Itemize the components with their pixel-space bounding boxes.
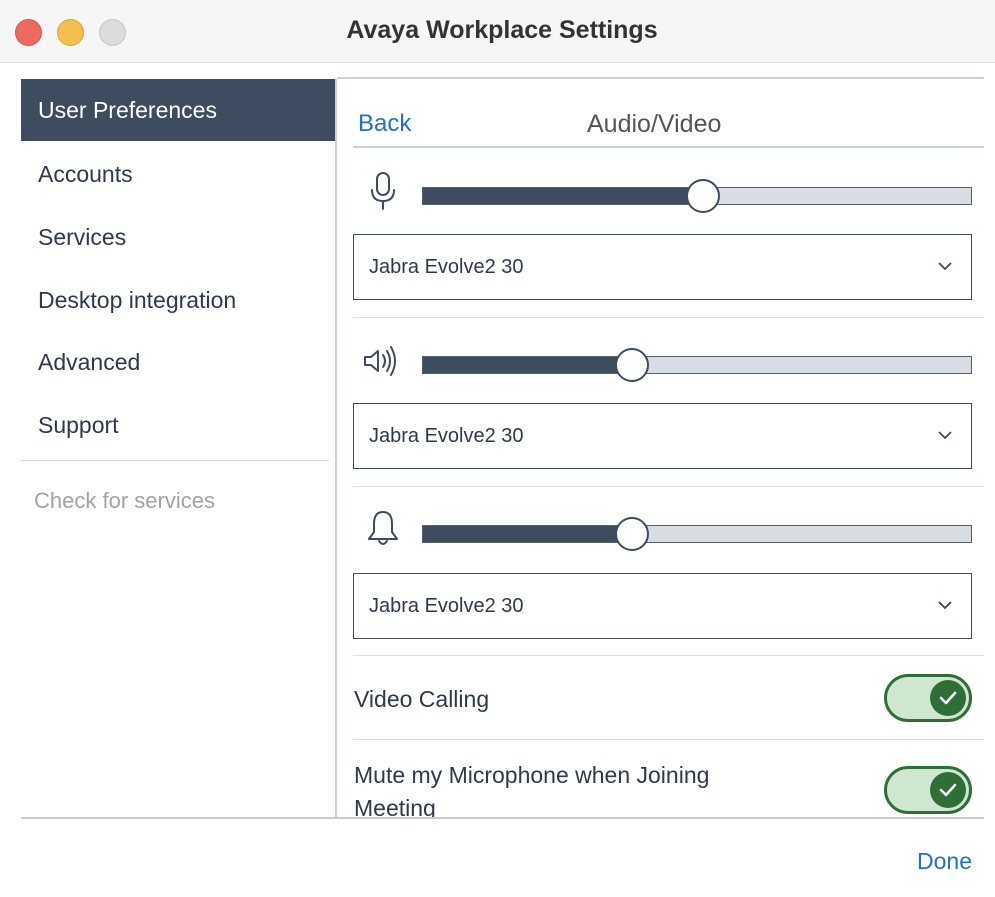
sidebar-item-services[interactable]: Services [21, 206, 335, 268]
header-divider [353, 146, 984, 148]
ringer-device-value: Jabra Evolve2 30 [369, 595, 524, 617]
microphone-volume-fill [423, 188, 703, 204]
window-title: Avaya Workplace Settings [346, 16, 658, 44]
toggle-knob [930, 680, 966, 716]
chevron-down-icon [938, 431, 952, 440]
footer-divider [21, 817, 984, 819]
speaker-volume-thumb[interactable] [615, 348, 650, 382]
toggle-knob [930, 772, 966, 808]
microphone-volume-thumb[interactable] [686, 179, 721, 213]
check-for-services-link[interactable]: Check for services [34, 488, 215, 514]
sidebar-item-user-preferences[interactable]: User Preferences [21, 79, 335, 141]
settings-window: Avaya Workplace Settings User Preference… [0, 0, 995, 897]
ringer-device-select[interactable]: Jabra Evolve2 30 [353, 573, 972, 639]
microphone-device-select[interactable]: Jabra Evolve2 30 [353, 234, 972, 300]
sidebar: User Preferences Accounts Services Deskt… [21, 79, 337, 817]
microphone-volume-slider[interactable] [422, 179, 972, 213]
mute-row-clip: Mute my Microphone when Joining Meeting [337, 740, 984, 817]
ringer-volume-slider[interactable] [422, 517, 972, 551]
section-divider [353, 486, 984, 487]
section-divider [353, 317, 984, 318]
done-button[interactable]: Done [917, 848, 972, 875]
section-divider [353, 655, 984, 656]
content-top-divider [337, 77, 984, 79]
back-button[interactable]: Back [358, 110, 411, 138]
bell-icon [366, 508, 400, 548]
mute-on-join-label: Mute my Microphone when Joining Meeting [354, 762, 710, 817]
sidebar-item-advanced[interactable]: Advanced [21, 331, 335, 393]
page-title: Audio/Video [587, 110, 722, 138]
sidebar-item-accounts[interactable]: Accounts [21, 143, 335, 205]
checkmark-icon [939, 783, 957, 797]
mute-on-join-toggle[interactable] [884, 766, 972, 814]
title-bar: Avaya Workplace Settings [0, 0, 995, 63]
video-calling-label: Video Calling [354, 686, 490, 712]
checkmark-icon [939, 691, 957, 705]
speaker-device-value: Jabra Evolve2 30 [369, 425, 524, 447]
chevron-down-icon [938, 262, 952, 271]
microphone-icon [366, 171, 400, 211]
chevron-down-icon [938, 601, 952, 610]
speaker-volume-fill [423, 357, 632, 373]
video-calling-toggle[interactable] [884, 674, 972, 722]
sidebar-item-desktop-integration[interactable]: Desktop integration [21, 269, 335, 331]
speaker-icon [362, 341, 396, 381]
microphone-device-value: Jabra Evolve2 30 [369, 256, 524, 278]
speaker-device-select[interactable]: Jabra Evolve2 30 [353, 403, 972, 469]
sidebar-divider [21, 460, 329, 461]
ringer-volume-fill [423, 526, 632, 542]
sidebar-item-support[interactable]: Support [21, 394, 335, 456]
ringer-volume-thumb[interactable] [615, 517, 650, 551]
speaker-volume-slider[interactable] [422, 348, 972, 382]
